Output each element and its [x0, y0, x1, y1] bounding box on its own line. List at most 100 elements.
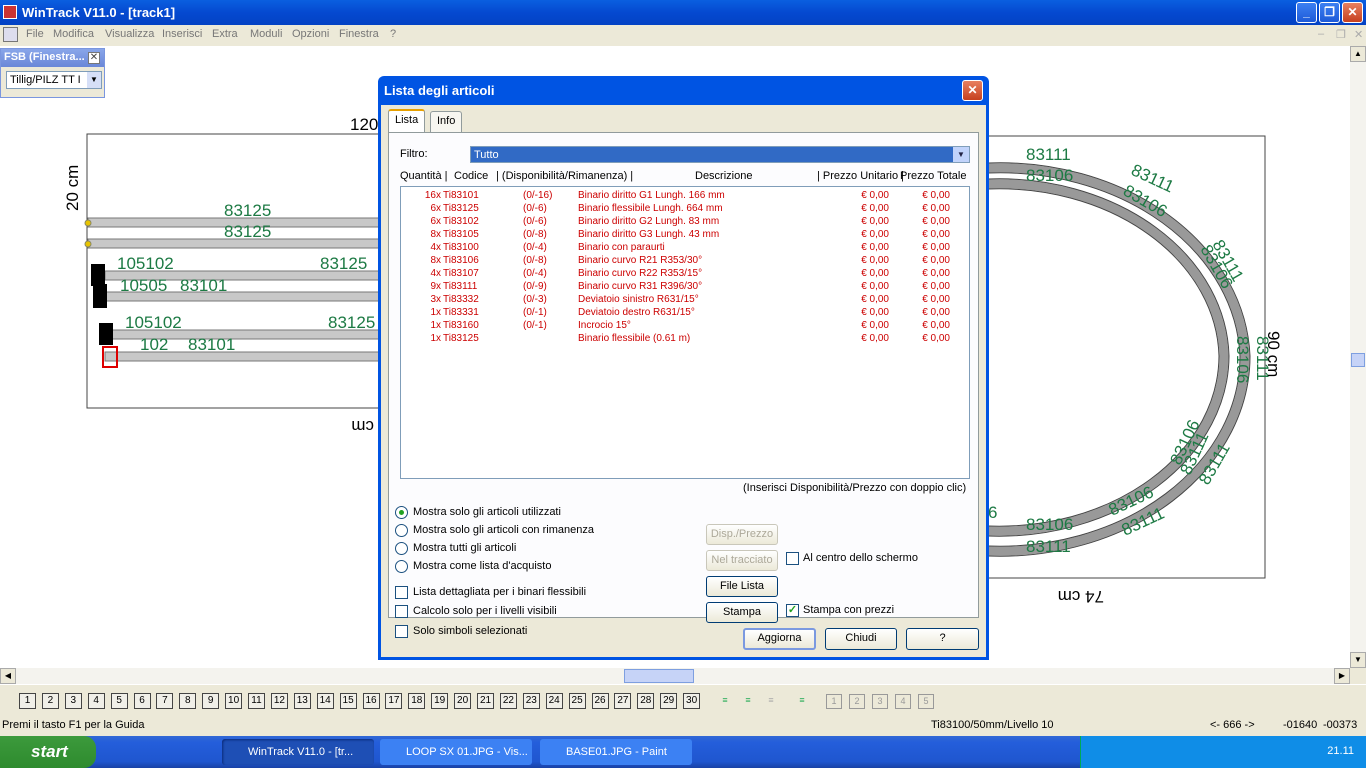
level-button-2[interactable]: 2	[41, 693, 59, 709]
check-selected-symbols-label[interactable]: Solo simboli selezionati	[413, 625, 527, 637]
level-button-20[interactable]: 20	[454, 693, 472, 709]
check-selected-symbols[interactable]	[395, 625, 408, 638]
level-button-27[interactable]: 27	[614, 693, 632, 709]
level-button-9[interactable]: 9	[202, 693, 220, 709]
minimize-button[interactable]: _	[1296, 2, 1317, 23]
mdi-restore-icon[interactable]: ❐	[1336, 28, 1346, 41]
vertical-scrollbar[interactable]: ▲ ▼	[1350, 46, 1366, 668]
check-detailed-flex[interactable]	[395, 586, 408, 599]
close-button[interactable]: ✕	[1342, 2, 1363, 23]
radio-shopping-list[interactable]	[395, 560, 408, 573]
radio-shopping-label[interactable]: Mostra come lista d'acquisto	[413, 560, 551, 572]
list-item[interactable]: 4x Ti83107 (0/-4) Binario curvo R22 R353/15…	[401, 268, 969, 281]
check-print-prices-label[interactable]: Stampa con prezzi	[803, 604, 894, 616]
document-icon[interactable]	[3, 27, 18, 42]
mdi-minimize-icon[interactable]: –	[1318, 28, 1324, 40]
level-button-26[interactable]: 26	[591, 693, 609, 709]
task-viewer[interactable]: LOOP SX 01.JPG - Vis...	[380, 739, 532, 765]
menu-help[interactable]: ?	[390, 28, 396, 40]
chevron-down-icon[interactable]: ▼	[953, 147, 969, 162]
list-item[interactable]: 9x Ti83111 (0/-9) Binario curvo R31 R396/30…	[401, 281, 969, 294]
scroll-up-icon[interactable]: ▲	[1350, 46, 1366, 62]
task-paint[interactable]: BASE01.JPG - Paint	[540, 739, 692, 765]
level-button-8[interactable]: 8	[179, 693, 197, 709]
list-item[interactable]: 1x Ti83160 (0/-1) Incrocio 15° € 0,00 € 0,00	[401, 320, 969, 333]
level-button-3[interactable]: 3	[64, 693, 82, 709]
level-button-21[interactable]: 21	[477, 693, 494, 709]
col-descrizione[interactable]: Descrizione	[695, 170, 752, 182]
nel-tracciato-button[interactable]: Nel tracciato	[706, 550, 778, 571]
extra-level-button-1[interactable]: 1	[826, 694, 842, 709]
chevron-down-icon[interactable]: ▼	[87, 72, 101, 88]
radio-all-label[interactable]: Mostra tutti gli articoli	[413, 542, 516, 554]
list-item[interactable]: 8x Ti83105 (0/-8) Binario diritto G3 Lungh.…	[401, 229, 969, 242]
list-item[interactable]: 6x Ti83102 (0/-6) Binario diritto G2 Lungh.…	[401, 216, 969, 229]
level-button-11[interactable]: 11	[248, 693, 265, 709]
task-wintrack[interactable]: WinTrack V11.0 - [tr...	[222, 739, 374, 765]
app-icon[interactable]	[3, 5, 17, 19]
level-button-14[interactable]: 14	[316, 693, 334, 709]
level-button-13[interactable]: 13	[293, 693, 311, 709]
layer-edit-icon[interactable]: ≡	[740, 694, 756, 709]
list-item[interactable]: 4x Ti83100 (0/-4) Binario con paraurti € 0,0…	[401, 242, 969, 255]
extra-level-button-4[interactable]: 4	[895, 694, 911, 709]
article-list[interactable]: 16x Ti83101 (0/-16) Binario diritto G1 Lung…	[400, 186, 970, 479]
level-button-4[interactable]: 4	[87, 693, 105, 709]
level-button-16[interactable]: 16	[362, 693, 380, 709]
check-print-prices[interactable]: ✓	[786, 604, 799, 617]
scroll-down-icon[interactable]: ▼	[1350, 652, 1366, 668]
dialog-close-button[interactable]: ✕	[962, 80, 983, 101]
level-button-24[interactable]: 24	[545, 693, 563, 709]
list-item[interactable]: 3x Ti83332 (0/-3) Deviatoio sinistro R631/1…	[401, 294, 969, 307]
menu-inserisci[interactable]: Inserisci	[162, 28, 202, 40]
layer-stack-icon[interactable]: ≡	[794, 694, 810, 709]
extra-level-button-5[interactable]: 5	[918, 694, 934, 709]
radio-used-articles[interactable]	[395, 506, 408, 519]
menu-file[interactable]: File	[26, 28, 44, 40]
fsb-close-icon[interactable]: ✕	[88, 52, 100, 64]
stampa-button[interactable]: Stampa	[706, 602, 778, 623]
level-button-30[interactable]: 30	[683, 693, 701, 709]
mdi-close-icon[interactable]: ✕	[1354, 28, 1363, 41]
tab-info[interactable]: Info	[430, 111, 463, 132]
level-button-1[interactable]: 1	[19, 693, 36, 709]
start-button[interactable]: start	[0, 736, 96, 768]
radio-remainder-articles[interactable]	[395, 524, 408, 537]
col-prezzo-totale[interactable]: Prezzo Totale	[900, 170, 966, 182]
horizontal-scroll-thumb[interactable]	[624, 669, 694, 683]
scroll-left-icon[interactable]: ◀	[0, 668, 16, 684]
level-button-12[interactable]: 12	[270, 693, 288, 709]
disp-prezzo-button[interactable]: Disp./Prezzo	[706, 524, 778, 545]
tab-lista[interactable]: Lista	[388, 109, 426, 133]
check-visible-levels[interactable]	[395, 605, 408, 618]
fsb-library-select[interactable]: Tillig/PILZ TT I ▼	[6, 71, 102, 89]
level-button-17[interactable]: 17	[385, 693, 403, 709]
col-codice[interactable]: Codice	[454, 170, 488, 182]
vertical-scroll-thumb[interactable]	[1351, 353, 1365, 367]
level-button-7[interactable]: 7	[156, 693, 174, 709]
level-button-6[interactable]: 6	[133, 693, 151, 709]
menu-modifica[interactable]: Modifica	[53, 28, 94, 40]
level-button-29[interactable]: 29	[660, 693, 678, 709]
aggiorna-button[interactable]: Aggiorna	[743, 628, 816, 650]
level-button-10[interactable]: 10	[225, 693, 243, 709]
level-button-28[interactable]: 28	[637, 693, 655, 709]
filter-select[interactable]: Tutto ▼	[470, 146, 970, 163]
col-quantita[interactable]: Quantità |	[400, 170, 448, 182]
horizontal-scrollbar[interactable]: ◀ ▶	[0, 668, 1350, 684]
level-button-5[interactable]: 5	[110, 693, 128, 709]
menu-visualizza[interactable]: Visualizza	[105, 28, 154, 40]
list-item[interactable]: 6x Ti83125 (0/-6) Binario flessibile Lungh.…	[401, 203, 969, 216]
level-button-25[interactable]: 25	[568, 693, 586, 709]
list-item[interactable]: 16x Ti83101 (0/-16) Binario diritto G1 Lung…	[401, 190, 969, 203]
check-center-screen[interactable]	[786, 552, 799, 565]
menu-extra[interactable]: Extra	[212, 28, 238, 40]
scroll-right-icon[interactable]: ▶	[1334, 668, 1350, 684]
col-prezzo-unitario[interactable]: | Prezzo Unitario |	[817, 170, 904, 182]
level-button-19[interactable]: 19	[431, 693, 449, 709]
level-button-15[interactable]: 15	[339, 693, 357, 709]
list-item[interactable]: 8x Ti83106 (0/-8) Binario curvo R21 R353/30…	[401, 255, 969, 268]
col-disponibilita[interactable]: | (Disponibilità/Rimanenza) |	[496, 170, 633, 182]
layers-icon[interactable]: ≡	[717, 694, 733, 709]
chiudi-button[interactable]: Chiudi	[825, 628, 897, 650]
